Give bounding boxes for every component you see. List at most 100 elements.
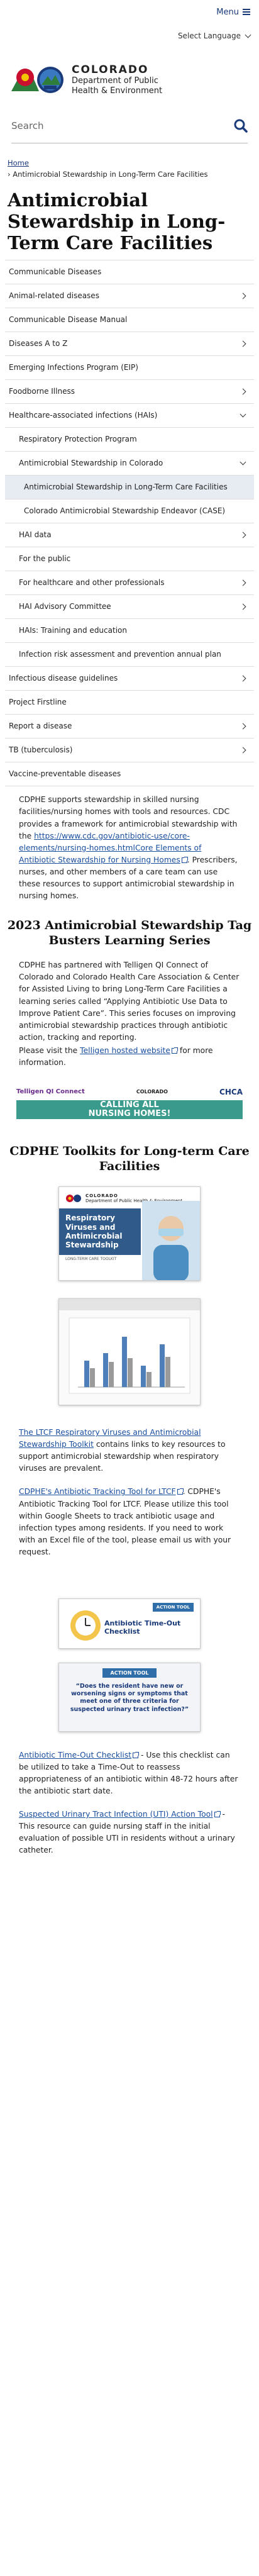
breadcrumb-home-link[interactable]: Home (8, 159, 29, 167)
nav-item-report-a-disease[interactable]: Report a disease (5, 715, 254, 739)
core-elements-link-text: https://www.cdc.gov/antibiotic-use/core-… (19, 831, 202, 864)
external-link-icon (177, 1488, 184, 1495)
chevron-right-icon[interactable] (240, 603, 246, 610)
chevron-down-icon[interactable] (240, 411, 246, 418)
clock-icon (70, 1610, 101, 1641)
nav-item-communicable-diseases[interactable]: Communicable Diseases (5, 260, 254, 285)
toolkit-descriptions: The LTCF Respiratory Viruses and Antimic… (0, 1405, 259, 1558)
nav-item-respiratory-protection[interactable]: Respiratory Protection Program (5, 428, 254, 452)
nav-item-project-firstline[interactable]: Project Firstline (5, 691, 254, 715)
nav-item-vaccine-preventable[interactable]: Vaccine-preventable diseases (5, 762, 254, 787)
breadcrumb: Home › Antimicrobial Stewardship in Long… (0, 143, 259, 181)
nav-item-label: Emerging Infections Program (EIP) (9, 363, 138, 372)
uti-action-tool-question: “Does the resident have new or worsening… (70, 1682, 189, 1713)
nav-item-label: Antimicrobial Stewardship in Long-Term C… (24, 482, 228, 492)
nav-item-label: TB (tuberculosis) (9, 745, 73, 755)
time-out-checklist-title: Antibiotic Time-Out Checklist (104, 1619, 181, 1636)
banner-partner-logos: Telligen QI Connect COLORADO CHCA (16, 1084, 243, 1100)
language-select[interactable]: Select Language (177, 31, 251, 40)
search-icon[interactable] (234, 119, 248, 133)
nav-item-hai-data[interactable]: HAI data (5, 523, 254, 548)
banner-nursing-homes: NURSING HOMES! (88, 1108, 171, 1118)
nav-item-label: HAI data (19, 530, 52, 540)
search-input[interactable] (11, 120, 200, 131)
chca-logo: CHCA (219, 1087, 243, 1096)
uti-action-tool-image[interactable]: ACTION TOOL “Does the resident have new … (58, 1662, 201, 1732)
tagbusters-paragraph: CDPHE has partnered with Telligen QI Con… (19, 961, 240, 1042)
chevron-right-icon[interactable] (240, 293, 246, 299)
nav-item-stewardship-ltcf[interactable]: Antimicrobial Stewardship in Long-Term C… (5, 476, 254, 500)
telligen-website-link[interactable]: Telligen hosted website (80, 1046, 178, 1055)
tracking-tool-paragraph: CDPHE's Antibiotic Tracking Tool for LTC… (19, 1486, 240, 1558)
nav-item-for-the-public[interactable]: For the public (5, 547, 254, 572)
external-link-icon (181, 856, 188, 863)
hamburger-icon (243, 8, 250, 16)
chevron-right-icon[interactable] (240, 723, 246, 730)
chevron-right-icon[interactable] (240, 675, 246, 682)
nav-item-animal-related-diseases[interactable]: Animal-related diseases (5, 284, 254, 309)
nav-item-label: Infection risk assessment and prevention… (19, 650, 221, 659)
external-link-icon (171, 1047, 178, 1054)
nav-item-infection-risk-plan[interactable]: Infection risk assessment and prevention… (5, 643, 254, 667)
chevron-right-icon[interactable] (240, 747, 246, 754)
nav-item-antimicrobial-stewardship-colorado[interactable]: Antimicrobial Stewardship in Colorado (5, 452, 254, 476)
time-out-checklist-image[interactable]: ACTION TOOL Antibiotic Time-Out Checklis… (58, 1598, 201, 1649)
respiratory-toolkit-cover-image[interactable]: COLORADO Department of Public Health & E… (58, 1186, 201, 1281)
uti-link-text: Suspected Urinary Tract Infection (UTI) … (19, 1809, 213, 1819)
search-bar (11, 108, 248, 143)
language-bar: Select Language (0, 24, 259, 48)
language-select-label: Select Language (177, 31, 241, 40)
nav-item-label: Report a disease (9, 722, 72, 731)
external-link-icon (133, 1751, 140, 1758)
tracking-tool-link[interactable]: CDPHE's Antibiotic Tracking Tool for LTC… (19, 1487, 184, 1496)
nav-item-hais[interactable]: Healthcare-associated infections (HAIs) (5, 404, 254, 428)
uti-action-tool-badge: ACTION TOOL (102, 1668, 157, 1678)
nav-item-eip[interactable]: Emerging Infections Program (EIP) (5, 356, 254, 381)
nav-item-case[interactable]: Colorado Antimicrobial Stewardship Endea… (5, 499, 254, 524)
nav-item-for-healthcare-professionals[interactable]: For healthcare and other professionals (5, 571, 254, 596)
logo-line-2: Department of Public (72, 75, 158, 86)
chevron-right-icon[interactable] (240, 340, 246, 347)
nav-item-label: Healthcare-associated infections (HAIs) (9, 411, 158, 420)
menu-button[interactable]: Menu (216, 8, 250, 17)
nav-item-tb[interactable]: TB (tuberculosis) (5, 739, 254, 763)
site-logo[interactable]: COLORADO Department of Public Health & E… (0, 48, 259, 104)
nav-item-label: Diseases A to Z (9, 339, 68, 348)
time-out-paragraph: Antibiotic Time-Out Checklist - Use this… (19, 1749, 240, 1797)
nav-item-label: Animal-related diseases (9, 291, 99, 301)
nav-item-infectious-disease-guidelines[interactable]: Infectious disease guidelines (5, 667, 254, 691)
nav-item-label: Foodborne Illness (9, 387, 75, 396)
chevron-right-icon[interactable] (240, 579, 246, 586)
calling-all-nursing-homes-banner[interactable]: Telligen QI Connect COLORADO CHCA CALLIN… (16, 1084, 243, 1123)
nav-item-hai-training[interactable]: HAIs: Training and education (5, 619, 254, 644)
nav-item-label: Communicable Disease Manual (9, 315, 128, 325)
antibiotic-tracking-tool-thumbnail[interactable] (58, 1298, 201, 1406)
logo-text: COLORADO Department of Public Health & E… (72, 64, 162, 97)
chevron-right-icon[interactable] (240, 388, 246, 395)
cdphe-mini-logo: COLORADO (136, 1089, 168, 1095)
time-out-link-text: Antibiotic Time-Out Checklist (19, 1750, 132, 1759)
chevron-down-icon[interactable] (240, 459, 246, 466)
top-bar: Menu (0, 0, 259, 24)
uti-action-tool-link[interactable]: Suspected Urinary Tract Infection (UTI) … (19, 1809, 221, 1819)
nav-item-hai-advisory-committee[interactable]: HAI Advisory Committee (5, 595, 254, 620)
nav-item-label: Project Firstline (9, 698, 67, 707)
nav-item-foodborne-illness[interactable]: Foodborne Illness (5, 380, 254, 404)
time-out-checklist-link[interactable]: Antibiotic Time-Out Checklist (19, 1750, 140, 1759)
logo-line-1: COLORADO (72, 63, 149, 76)
nav-item-label: For healthcare and other professionals (19, 578, 165, 588)
nav-item-label: Antimicrobial Stewardship in Colorado (19, 459, 163, 468)
nav-item-diseases-a-z[interactable]: Diseases A to Z (5, 332, 254, 357)
nav-item-disease-manual[interactable]: Communicable Disease Manual (5, 308, 254, 333)
page-title: Antimicrobial Stewardship in Long-Term C… (8, 189, 226, 254)
breadcrumb-separator: › (8, 170, 11, 179)
nav-item-label: HAIs: Training and education (19, 626, 127, 635)
tagbusters-visit-text: Please visit the (19, 1045, 78, 1055)
chevron-right-icon[interactable] (240, 532, 246, 538)
cover-org: COLORADO (85, 1193, 118, 1199)
action-tool-descriptions: Antibiotic Time-Out Checklist - Use this… (0, 1732, 259, 1856)
menu-label: Menu (216, 7, 239, 17)
tagbusters-section: CDPHE has partnered with Telligen QI Con… (0, 952, 259, 1068)
core-elements-link[interactable]: https://www.cdc.gov/antibiotic-use/core-… (19, 832, 201, 864)
banner-headline: CALLING ALL NURSING HOMES! (16, 1100, 243, 1119)
